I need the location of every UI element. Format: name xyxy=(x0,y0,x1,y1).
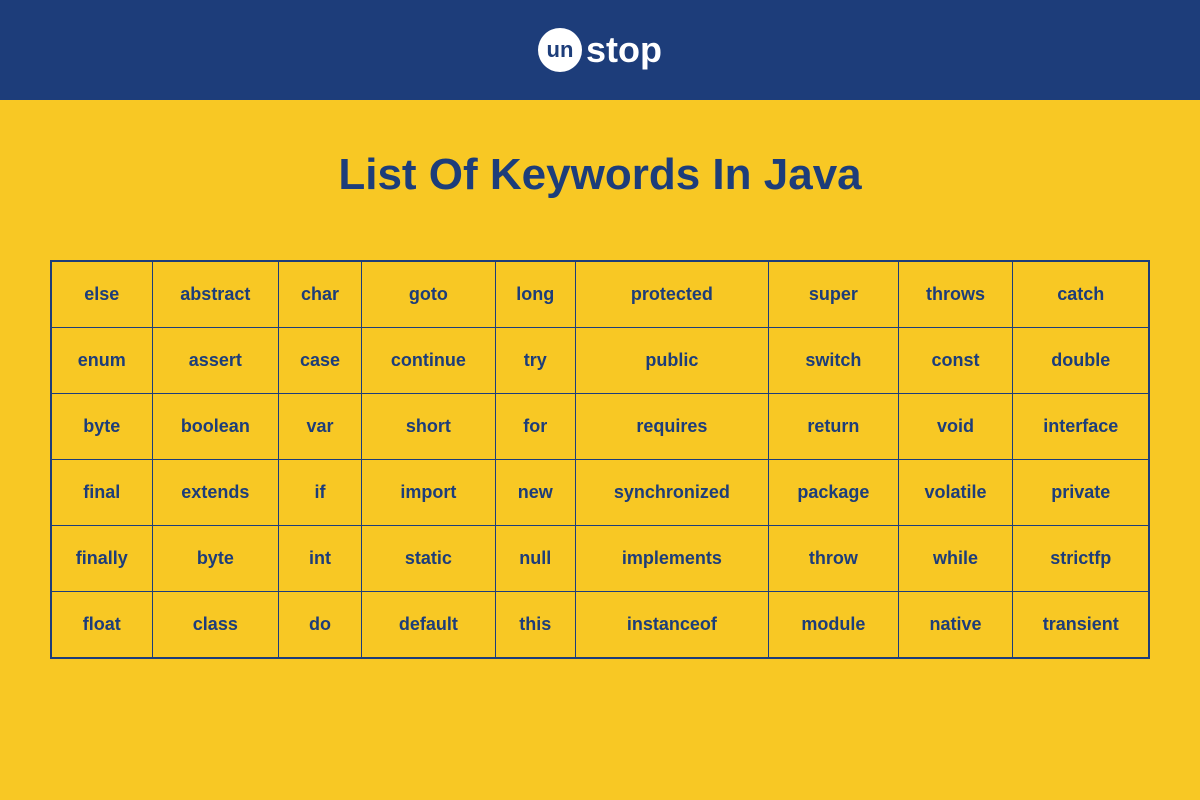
keyword-cell: char xyxy=(279,261,362,328)
page-title: List Of Keywords In Java xyxy=(50,150,1150,200)
keyword-cell: null xyxy=(495,526,575,592)
keyword-cell: finally xyxy=(51,526,152,592)
keyword-cell: if xyxy=(279,460,362,526)
logo-circle-text: un xyxy=(547,37,574,63)
header-bar: un stop xyxy=(0,0,1200,100)
keyword-cell: void xyxy=(898,394,1013,460)
keyword-cell: extends xyxy=(152,460,279,526)
keyword-cell: var xyxy=(279,394,362,460)
keyword-cell: const xyxy=(898,328,1013,394)
keyword-cell: case xyxy=(279,328,362,394)
keyword-cell: int xyxy=(279,526,362,592)
keyword-cell: try xyxy=(495,328,575,394)
keyword-cell: interface xyxy=(1013,394,1149,460)
keyword-cell: import xyxy=(362,460,496,526)
keyword-cell: assert xyxy=(152,328,279,394)
keyword-cell: module xyxy=(769,592,898,659)
logo-suffix-text: stop xyxy=(586,29,662,71)
keyword-cell: goto xyxy=(362,261,496,328)
keyword-cell: super xyxy=(769,261,898,328)
keyword-cell: package xyxy=(769,460,898,526)
table-row: elseabstractchargotolongprotectedsuperth… xyxy=(51,261,1149,328)
keyword-cell: volatile xyxy=(898,460,1013,526)
keyword-cell: implements xyxy=(575,526,768,592)
table-row: floatclassdodefaultthisinstanceofmodulen… xyxy=(51,592,1149,659)
keyword-cell: byte xyxy=(152,526,279,592)
keywords-table: elseabstractchargotolongprotectedsuperth… xyxy=(50,260,1150,659)
keyword-cell: float xyxy=(51,592,152,659)
keyword-cell: class xyxy=(152,592,279,659)
keyword-cell: catch xyxy=(1013,261,1149,328)
content-area: List Of Keywords In Java elseabstractcha… xyxy=(0,100,1200,709)
keyword-cell: for xyxy=(495,394,575,460)
keyword-cell: byte xyxy=(51,394,152,460)
keyword-cell: synchronized xyxy=(575,460,768,526)
keyword-cell: return xyxy=(769,394,898,460)
keyword-cell: native xyxy=(898,592,1013,659)
keyword-cell: default xyxy=(362,592,496,659)
keyword-cell: throws xyxy=(898,261,1013,328)
keyword-cell: strictfp xyxy=(1013,526,1149,592)
table-row: finallybyteintstaticnullimplementsthroww… xyxy=(51,526,1149,592)
keyword-cell: enum xyxy=(51,328,152,394)
keyword-cell: boolean xyxy=(152,394,279,460)
keyword-cell: instanceof xyxy=(575,592,768,659)
table-row: bytebooleanvarshortforrequiresreturnvoid… xyxy=(51,394,1149,460)
keyword-cell: public xyxy=(575,328,768,394)
keyword-cell: static xyxy=(362,526,496,592)
keyword-cell: long xyxy=(495,261,575,328)
keyword-cell: else xyxy=(51,261,152,328)
keyword-cell: continue xyxy=(362,328,496,394)
brand-logo: un stop xyxy=(538,28,662,72)
table-row: enumassertcasecontinuetrypublicswitchcon… xyxy=(51,328,1149,394)
keyword-cell: new xyxy=(495,460,575,526)
keyword-cell: throw xyxy=(769,526,898,592)
keyword-cell: do xyxy=(279,592,362,659)
keyword-cell: this xyxy=(495,592,575,659)
keyword-cell: double xyxy=(1013,328,1149,394)
keyword-cell: protected xyxy=(575,261,768,328)
logo-circle: un xyxy=(538,28,582,72)
keyword-cell: requires xyxy=(575,394,768,460)
keyword-cell: final xyxy=(51,460,152,526)
keyword-cell: switch xyxy=(769,328,898,394)
keyword-cell: private xyxy=(1013,460,1149,526)
keyword-cell: while xyxy=(898,526,1013,592)
table-row: finalextendsifimportnewsynchronizedpacka… xyxy=(51,460,1149,526)
keyword-cell: short xyxy=(362,394,496,460)
keyword-cell: transient xyxy=(1013,592,1149,659)
keyword-cell: abstract xyxy=(152,261,279,328)
